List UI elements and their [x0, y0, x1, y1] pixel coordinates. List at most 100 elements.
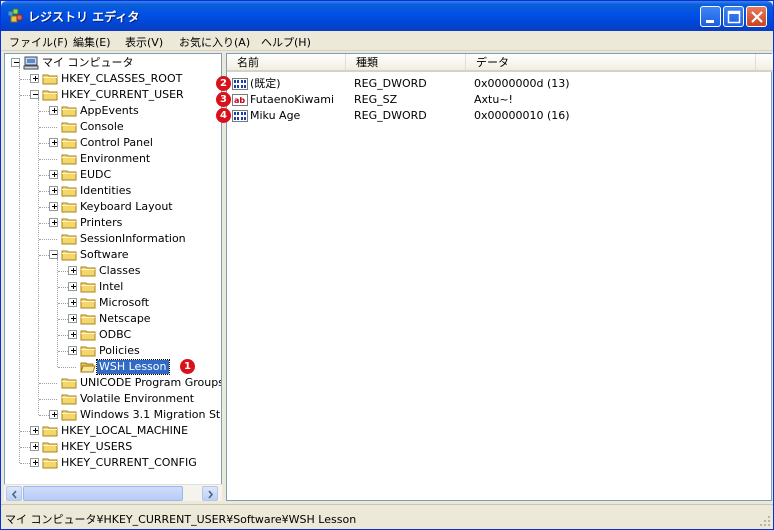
folder-icon — [61, 234, 77, 245]
tree-item[interactable]: WSH Lesson 1 — [5, 359, 221, 375]
tree-item[interactable]: Keyboard Layout — [5, 199, 221, 215]
tree-item[interactable]: Volatile Environment — [5, 391, 221, 407]
window-title: レジストリ エディタ — [28, 10, 140, 24]
tree-item-label: AppEvents — [80, 104, 139, 117]
value-row[interactable]: 3 ab FutaenoKiwami REG_SZ Axtu~! — [216, 92, 773, 108]
tree-item[interactable]: HKEY_CLASSES_ROOT — [5, 71, 221, 87]
expand-icon[interactable] — [68, 330, 77, 339]
expand-icon[interactable] — [49, 106, 58, 115]
maximize-button[interactable] — [723, 6, 744, 27]
tree-item-label: Identities — [80, 184, 132, 197]
registry-key-tree[interactable]: マイ コンピュータ HKEY_CLASSES_ROOT HKEY_CURRENT_U… — [4, 53, 222, 501]
annotation-badge: 4 — [216, 108, 231, 123]
tree-item[interactable]: Classes — [5, 263, 221, 279]
expand-icon[interactable] — [68, 266, 77, 275]
scroll-left-button[interactable] — [6, 486, 22, 501]
collapse-icon[interactable] — [30, 90, 39, 99]
collapse-icon[interactable] — [11, 58, 20, 67]
expand-icon[interactable] — [49, 202, 58, 211]
collapse-icon[interactable] — [49, 250, 58, 259]
tree-item[interactable]: HKEY_CURRENT_CONFIG — [5, 455, 221, 471]
tree-item-label: Printers — [80, 216, 123, 229]
title-bar[interactable]: レジストリ エディタ — [1, 1, 773, 31]
close-button[interactable] — [746, 6, 767, 27]
value-type: REG_DWORD — [354, 77, 427, 90]
tree-item-label: SessionInformation — [80, 232, 186, 245]
expand-icon[interactable] — [49, 186, 58, 195]
resize-grip-icon[interactable] — [759, 515, 771, 527]
tree-item[interactable]: HKEY_CURRENT_USER — [5, 87, 221, 103]
tree-item[interactable]: Environment — [5, 151, 221, 167]
menu-favorites[interactable]: お気に入り(A) — [179, 34, 250, 50]
menu-help[interactable]: ヘルプ(H) — [261, 34, 311, 50]
tree-item[interactable]: ODBC — [5, 327, 221, 343]
scroll-thumb[interactable] — [23, 486, 183, 501]
column-header-name[interactable]: 名前 — [227, 54, 346, 70]
tree-item-label: Console — [80, 120, 124, 133]
tree-item[interactable]: HKEY_USERS — [5, 439, 221, 455]
expand-icon[interactable] — [30, 442, 39, 451]
expand-icon[interactable] — [68, 346, 77, 355]
tree-guide-line — [39, 383, 57, 384]
tree-item[interactable]: Windows 3.1 Migration Status — [5, 407, 221, 423]
tree-item[interactable]: Netscape — [5, 311, 221, 327]
tree-item[interactable]: SessionInformation — [5, 231, 221, 247]
tree-item[interactable]: Intel — [5, 279, 221, 295]
tree-item-label: Policies — [99, 344, 140, 357]
tree-item[interactable]: Console — [5, 119, 221, 135]
expand-icon[interactable] — [68, 298, 77, 307]
folder-icon — [80, 330, 96, 341]
tree-item-label: Windows 3.1 Migration Status — [80, 408, 221, 421]
value-row[interactable]: 2 (既定) REG_DWORD 0x0000000d (13) — [216, 76, 773, 92]
folder-icon — [80, 282, 96, 293]
arrow-right-icon — [208, 490, 214, 499]
list-header: 名前 種類 データ — [227, 54, 773, 72]
tree-horizontal-scrollbar[interactable] — [4, 484, 222, 501]
tree-item-label: Control Panel — [80, 136, 153, 149]
value-name: Miku Age — [250, 109, 301, 122]
tree-item[interactable]: AppEvents — [5, 103, 221, 119]
status-path: マイ コンピュータ¥HKEY_CURRENT_USER¥Software¥WSH… — [5, 513, 357, 526]
expand-icon[interactable] — [49, 218, 58, 227]
column-header-type[interactable]: 種類 — [346, 54, 466, 70]
tree-item-label: HKEY_LOCAL_MACHINE — [61, 424, 189, 437]
open-folder-icon — [80, 362, 96, 373]
tree-item[interactable]: Control Panel — [5, 135, 221, 151]
tree-item-label: UNICODE Program Groups — [80, 376, 222, 389]
tree-item-label: マイ コンピュータ — [42, 56, 134, 69]
tree-item-label: HKEY_CURRENT_USER — [61, 88, 184, 101]
tree-item[interactable]: EUDC — [5, 167, 221, 183]
expand-icon[interactable] — [68, 282, 77, 291]
binary-value-icon — [232, 110, 248, 122]
value-name: FutaenoKiwami — [250, 93, 334, 106]
expand-icon[interactable] — [30, 426, 39, 435]
expand-icon[interactable] — [30, 74, 39, 83]
folder-icon — [80, 298, 96, 309]
scroll-right-button[interactable] — [202, 486, 218, 501]
tree-item[interactable]: UNICODE Program Groups — [5, 375, 222, 391]
tree-item[interactable]: Identities — [5, 183, 221, 199]
tree-item[interactable]: Policies — [5, 343, 221, 359]
registry-values-list[interactable]: 名前 種類 データ 2 (既定) REG_DWORD 0x0000000d (13) 3… — [216, 53, 773, 501]
expand-icon[interactable] — [49, 138, 58, 147]
tree-item[interactable]: Printers — [5, 215, 221, 231]
folder-icon — [61, 154, 77, 165]
folder-icon — [42, 74, 58, 85]
minimize-button[interactable] — [700, 6, 721, 27]
tree-item[interactable]: Microsoft — [5, 295, 221, 311]
expand-icon[interactable] — [49, 410, 58, 419]
tree-item[interactable]: HKEY_LOCAL_MACHINE — [5, 423, 221, 439]
menu-edit[interactable]: 編集(E) — [73, 34, 111, 50]
tree-item[interactable]: マイ コンピュータ — [5, 55, 221, 71]
menu-file[interactable]: ファイル(F) — [9, 34, 68, 50]
tree-guide-line — [39, 399, 57, 400]
menu-view[interactable]: 表示(V) — [125, 34, 163, 50]
expand-icon[interactable] — [30, 458, 39, 467]
folder-icon — [61, 218, 77, 229]
value-row[interactable]: 4 Miku Age REG_DWORD 0x00000010 (16) — [216, 108, 773, 124]
tree-guide-line — [39, 159, 57, 160]
expand-icon[interactable] — [68, 314, 77, 323]
tree-item[interactable]: Software — [5, 247, 221, 263]
column-header-data[interactable]: データ — [466, 54, 756, 70]
expand-icon[interactable] — [49, 170, 58, 179]
